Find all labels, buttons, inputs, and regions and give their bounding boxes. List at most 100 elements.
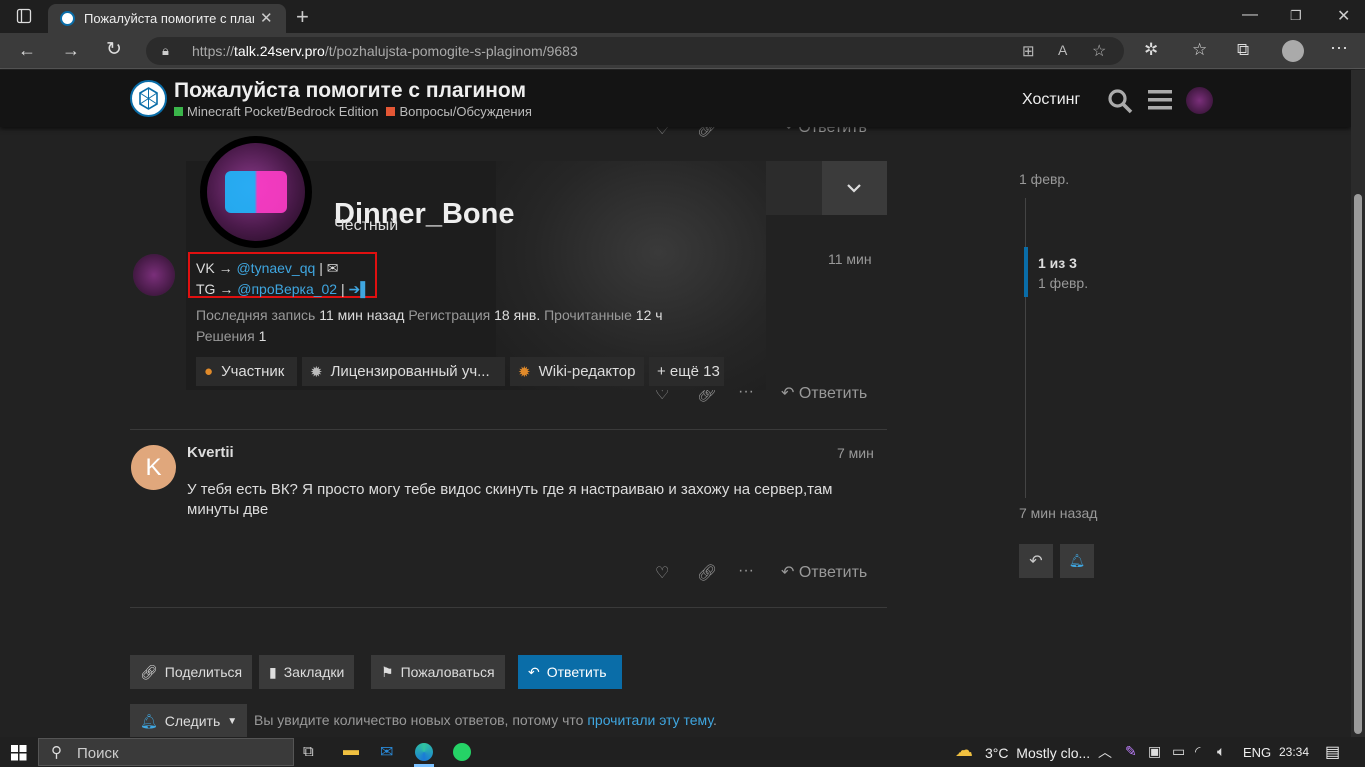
tab-title: Пожалуйста помогите с плагин <box>84 11 254 26</box>
notification-center-icon[interactable]: ▤ <box>1325 742 1340 762</box>
hamburger-menu-icon[interactable] <box>1148 89 1172 111</box>
post-author-avatar[interactable] <box>133 254 175 296</box>
search-icon: ⚲ <box>51 744 62 761</box>
badge-licensed[interactable]: ✹ Лицензированный уч... <box>302 357 505 386</box>
favorites-icon[interactable]: ☆ <box>1192 41 1207 58</box>
volume-icon[interactable]: 🔈︎ <box>1217 743 1225 760</box>
post-time: 11 мин <box>828 251 872 267</box>
tab-actions-icon[interactable] <box>16 8 32 24</box>
caret-down-icon: ▼ <box>227 715 238 727</box>
restore-icon[interactable]: ❐ <box>1290 8 1302 24</box>
envelope-icon: ✉︎ <box>326 260 339 276</box>
windows-taskbar: ⚲ Поиск ⧉ ▬ ✉︎ ☁︎ 3°C Mostly clo... ︿ ✎ … <box>0 737 1365 767</box>
db-logo-icon <box>225 171 287 213</box>
task-view-icon[interactable]: ⧉ <box>303 743 314 760</box>
certificate-icon: ✹ <box>310 363 323 381</box>
network-logo-icon <box>139 87 158 110</box>
timeline-position-date: 1 февр. <box>1038 275 1089 291</box>
address-bar[interactable]: 🔒︎ https://talk.24serv.pro/t/pozhalujsta… <box>146 37 1124 65</box>
follow-dropdown[interactable]: 🔔︎ Следить ▼ <box>130 704 248 738</box>
language-indicator[interactable]: ENG <box>1243 745 1271 760</box>
badge-member[interactable]: ● Участник <box>196 357 297 386</box>
notice-link[interactable]: прочитали эту тему <box>587 712 713 728</box>
flag-button[interactable]: ⚑ Пожаловаться <box>371 655 505 689</box>
weather-icon[interactable]: ☁︎ <box>955 740 973 761</box>
clock[interactable]: 23:34 <box>1279 745 1309 759</box>
user-avatar[interactable] <box>1186 87 1213 114</box>
minimize-icon[interactable]: — <box>1242 6 1258 24</box>
footer-reply-button[interactable]: ↶ Ответить <box>518 655 622 689</box>
camera-icon[interactable]: ▣ <box>1148 743 1161 760</box>
weather-text[interactable]: 3°C Mostly clo... <box>985 745 1090 761</box>
category-link-1[interactable]: Minecraft Pocket/Bedrock Edition <box>187 104 378 119</box>
timeline-notification-button[interactable]: 🔔︎ <box>1060 544 1094 578</box>
mail-icon[interactable]: ✉︎ <box>380 742 393 762</box>
category-link-2[interactable]: Вопросы/Обсуждения <box>399 104 531 119</box>
share-button[interactable]: 🔗︎ Поделиться <box>130 655 253 689</box>
scrollbar-thumb[interactable] <box>1354 194 1362 734</box>
lock-icon: 🔒︎ <box>162 43 169 58</box>
reply-icon: ↶ <box>528 663 540 680</box>
post-reply-button[interactable]: ↶ Ответить <box>781 383 867 403</box>
kvertii-more-icon[interactable]: ··· <box>738 562 754 580</box>
timeline-track[interactable] <box>1025 198 1026 498</box>
app-available-icon[interactable]: ⊞ <box>1022 42 1035 60</box>
tab-close-icon[interactable]: ✕ <box>260 9 273 27</box>
wifi-icon[interactable]: ◜ <box>1195 743 1200 760</box>
kvertii-like-icon[interactable]: ♡ <box>655 563 669 583</box>
vk-link[interactable]: @tynaev_qq <box>236 260 315 276</box>
forward-icon[interactable]: → <box>62 41 80 59</box>
expand-button[interactable] <box>822 161 887 215</box>
topic-title[interactable]: Пожалуйста помогите с плагином <box>174 79 526 103</box>
favorite-star-icon[interactable]: ☆ <box>1092 41 1106 61</box>
more-badges-button[interactable]: + ещё 13 <box>649 357 724 386</box>
timeline-position: 1 из 3 <box>1038 255 1077 271</box>
taskbar-search[interactable]: ⚲ Поиск <box>38 738 294 766</box>
search-icon[interactable] <box>1107 88 1133 114</box>
bookmarks-button[interactable]: ▮ Закладки <box>259 655 355 689</box>
profile-avatar[interactable] <box>1282 40 1304 62</box>
kvertii-reply-button[interactable]: ↶ Ответить <box>781 562 867 582</box>
card-avatar[interactable] <box>200 136 312 248</box>
refresh-icon[interactable]: ↻ <box>106 40 122 59</box>
back-icon[interactable]: ← <box>18 41 36 59</box>
timeline-end[interactable]: 7 мин назад <box>1019 505 1097 521</box>
new-tab-icon[interactable]: + <box>296 4 309 30</box>
vk-line: VK → @tynaev_qq | ✉︎ <box>196 260 339 276</box>
edge-browser-icon[interactable] <box>415 743 433 761</box>
browser-tab-bar: Пожалуйста помогите с плагин ✕ + — ❐ ✕ <box>0 0 1365 33</box>
active-tab[interactable]: Пожалуйста помогите с плагин ✕ <box>48 4 286 33</box>
badge-wiki-editor[interactable]: ✹ Wiki-редактор <box>510 357 644 386</box>
kvertii-username[interactable]: Kvertii <box>187 444 234 461</box>
extensions-icon[interactable]: ✲ <box>1144 41 1158 58</box>
reply-icon: ↶ <box>1029 553 1043 570</box>
door-arrow-icon: ➔▌ <box>348 281 371 297</box>
tray-chevron-up-icon[interactable]: ︿ <box>1098 742 1112 762</box>
whatsapp-icon[interactable] <box>453 743 471 761</box>
hosting-link[interactable]: Хостинг <box>1022 91 1080 109</box>
window-close-icon[interactable]: ✕ <box>1337 6 1350 26</box>
bell-icon: 🔔︎ <box>1068 553 1086 568</box>
notification-notice: Вы увидите количество новых ответов, пот… <box>254 712 717 728</box>
chevron-down-icon <box>847 184 861 193</box>
card-user-title-text: Честный <box>334 217 399 234</box>
windows-start-icon[interactable] <box>11 745 27 761</box>
timeline-reply-button[interactable]: ↶ <box>1019 544 1053 578</box>
read-aloud-icon[interactable]: A <box>1058 42 1067 58</box>
kvertii-link-icon[interactable]: 🔗︎ <box>697 563 717 583</box>
post-divider-2 <box>130 607 887 608</box>
kvertii-post-text: У тебя есть ВК? Я просто могу тебе видос… <box>187 481 833 518</box>
settings-more-icon[interactable]: ⋯ <box>1330 39 1348 57</box>
site-logo[interactable] <box>130 80 167 117</box>
page-scrollbar[interactable] <box>1351 70 1365 737</box>
tg-link[interactable]: @проВерка_02 <box>237 281 337 297</box>
post-divider <box>130 429 887 430</box>
pen-icon[interactable]: ✎ <box>1125 743 1137 760</box>
battery-icon[interactable]: ▭ <box>1172 743 1185 760</box>
timeline-start-date[interactable]: 1 февр. <box>1019 171 1069 187</box>
kvertii-avatar[interactable]: K <box>131 445 176 490</box>
kvertii-post-time: 7 мин <box>837 445 874 461</box>
collections-icon[interactable]: ⧉ <box>1237 41 1249 58</box>
timeline-handle[interactable] <box>1024 247 1028 297</box>
file-explorer-icon[interactable]: ▬ <box>343 742 359 760</box>
